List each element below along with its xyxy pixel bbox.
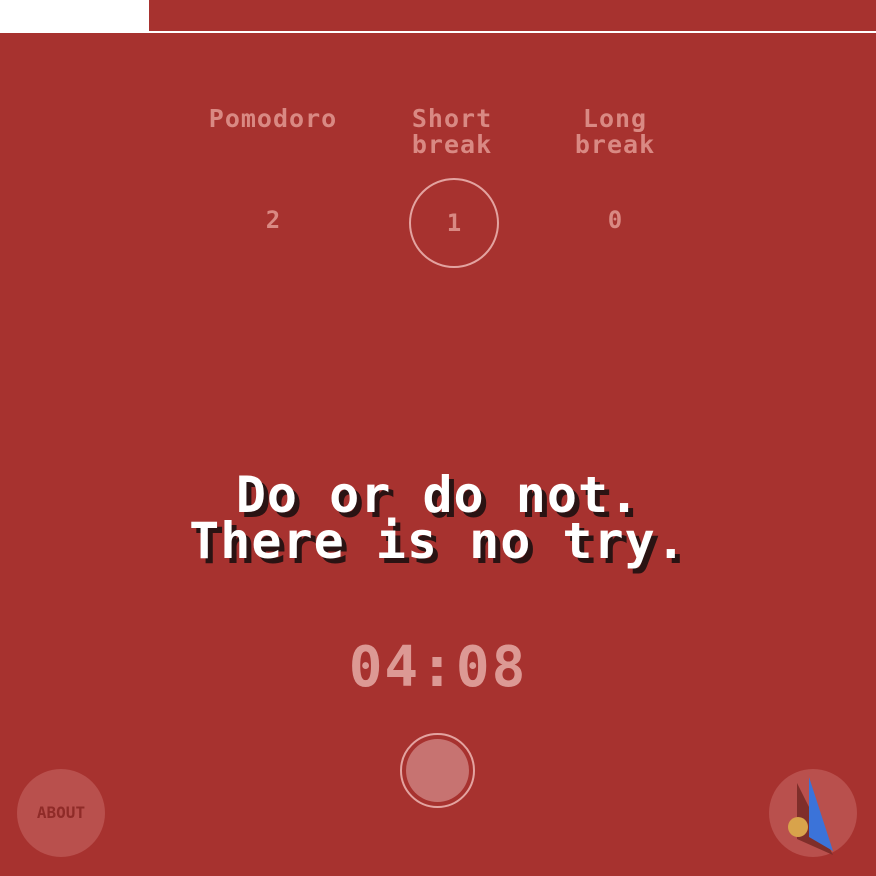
about-button[interactable]: ABOUT xyxy=(17,769,105,857)
mode-tab-short-break-label[interactable]: Short break xyxy=(388,106,516,158)
compass-logo-icon xyxy=(788,777,833,855)
session-progress-bar xyxy=(0,0,876,33)
mode-tab-long-break-label[interactable]: Long break xyxy=(550,106,680,158)
pomodoro-page: Pomodoro Short break Long break 2 1 0 Do… xyxy=(0,0,876,876)
circle-button-icon xyxy=(406,739,469,802)
short-break-count[interactable]: 1 xyxy=(409,178,499,268)
start-pause-button[interactable] xyxy=(400,733,475,808)
logo-button[interactable] xyxy=(769,769,857,857)
mode-tab-pomodoro-label[interactable]: Pomodoro xyxy=(175,106,371,132)
countdown-timer: 04:08 xyxy=(348,635,528,700)
long-break-count[interactable]: 0 xyxy=(585,204,645,236)
session-progress-fill xyxy=(0,0,149,31)
pomodoro-count[interactable]: 2 xyxy=(243,204,303,236)
motivational-quote: Do or do not. There is no try. xyxy=(189,466,687,570)
